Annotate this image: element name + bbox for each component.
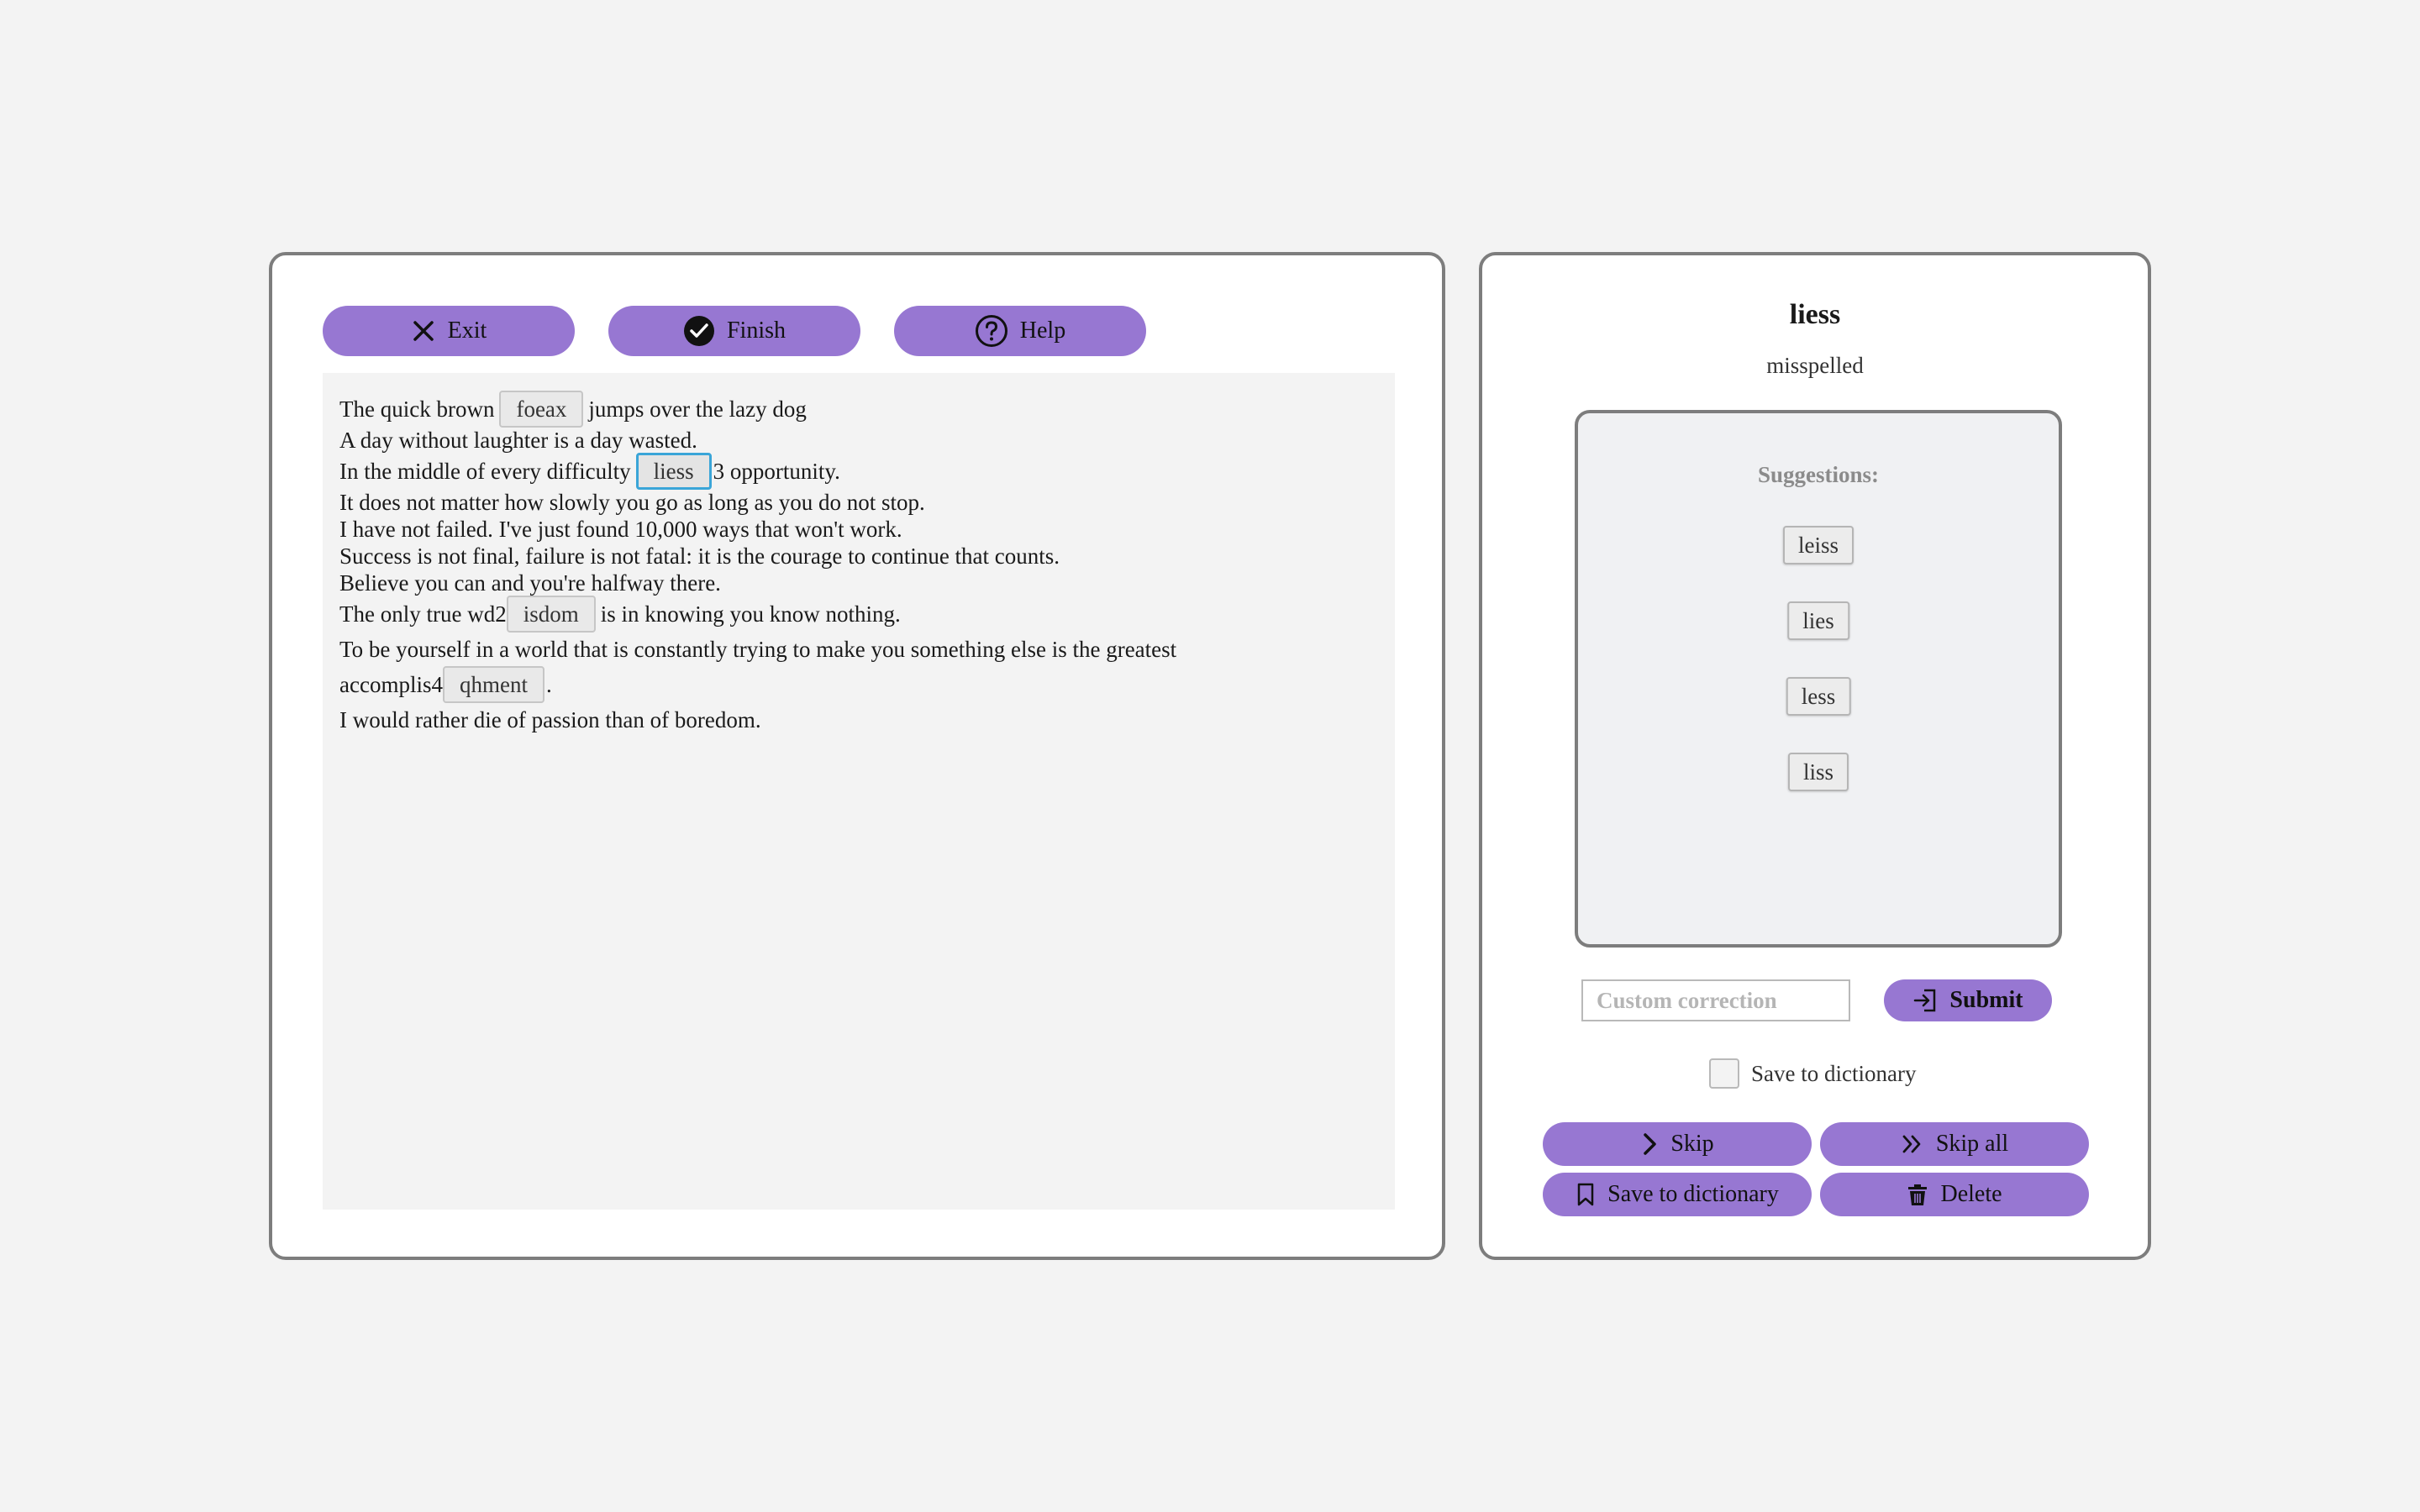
delete-button[interactable]: Delete xyxy=(1820,1173,2089,1216)
suggestion-button[interactable]: leiss xyxy=(1782,526,1854,564)
suggestions-box: Suggestions: leiss lies less liss xyxy=(1575,410,2062,948)
save-to-dictionary-label: Save to dictionary xyxy=(1607,1181,1779,1207)
text-segment: accomplis4 xyxy=(339,672,443,697)
trash-icon xyxy=(1908,1184,1928,1205)
text-segment: The only true wd2 xyxy=(339,601,507,627)
text-line: In the middle of every difficulty liess … xyxy=(339,453,1378,490)
text-line: It does not matter how slowly you go as … xyxy=(339,490,925,515)
correction-panel: liess misspelled Suggestions: leiss lies… xyxy=(1479,252,2151,1260)
exit-label: Exit xyxy=(447,318,487,344)
active-misspelled-word-chip[interactable]: liess xyxy=(635,453,712,490)
chevron-right-icon xyxy=(1644,1133,1657,1155)
text-line: The only true wd2 isdom is in knowing yo… xyxy=(339,596,1378,633)
help-label: Help xyxy=(1019,318,1066,344)
help-button[interactable]: Help xyxy=(894,306,1146,356)
question-circle-icon xyxy=(975,315,1007,347)
custom-correction-input[interactable] xyxy=(1581,979,1850,1021)
enter-icon xyxy=(1914,989,1936,1012)
save-to-dictionary-checkbox[interactable] xyxy=(1709,1058,1739,1089)
check-circle-icon xyxy=(683,316,714,346)
text-line: I have not failed. I've just found 10,00… xyxy=(339,517,902,542)
skip-all-button[interactable]: Skip all xyxy=(1820,1122,2089,1166)
bookmark-icon xyxy=(1577,1183,1594,1206)
text-line: The quick brown foeax jumps over the laz… xyxy=(339,391,1378,428)
close-icon xyxy=(413,321,434,341)
text-segment: 3 opportunity. xyxy=(713,459,840,484)
misspelled-word-chip[interactable]: isdom xyxy=(506,596,596,633)
misspelled-word-chip[interactable]: foeax xyxy=(499,391,584,428)
current-word-title: liess xyxy=(1789,299,1841,330)
text-line: A day without laughter is a day wasted. xyxy=(339,428,697,453)
document-text-area[interactable]: The quick brown foeax jumps over the laz… xyxy=(323,373,1395,1210)
text-segment: jumps over the lazy dog xyxy=(588,396,807,422)
finish-label: Finish xyxy=(726,318,786,344)
text-line: accomplis4 qhment . xyxy=(339,666,1378,703)
text-line: Success is not final, failure is not fat… xyxy=(339,543,1060,569)
save-to-dictionary-checkbox-label: Save to dictionary xyxy=(1751,1060,1917,1086)
text-segment: In the middle of every difficulty xyxy=(339,459,631,484)
submit-button[interactable]: Submit xyxy=(1884,979,2052,1021)
suggestions-heading: Suggestions: xyxy=(1757,462,1880,487)
suggestion-button[interactable]: liss xyxy=(1787,753,1849,791)
text-segment: The quick brown xyxy=(339,396,495,422)
text-segment: is in knowing you know nothing. xyxy=(600,601,901,627)
text-line: I would rather die of passion than of bo… xyxy=(339,707,761,732)
suggestion-button[interactable]: less xyxy=(1786,677,1851,716)
text-line: Believe you can and you're halfway there… xyxy=(339,570,721,596)
misspelled-word-chip[interactable]: qhment xyxy=(442,666,544,703)
skip-button[interactable]: Skip xyxy=(1543,1122,1812,1166)
text-segment: . xyxy=(545,672,552,697)
skip-label: Skip xyxy=(1670,1131,1714,1157)
save-to-dictionary-button[interactable]: Save to dictionary xyxy=(1543,1173,1812,1216)
skip-all-label: Skip all xyxy=(1935,1131,2009,1157)
save-to-dictionary-checkbox-row[interactable]: Save to dictionary xyxy=(1709,1057,1916,1090)
suggestion-button[interactable]: lies xyxy=(1787,601,1849,640)
submit-label: Submit xyxy=(1949,987,2023,1013)
editor-panel: Exit Finish Help The quick brown foeax j… xyxy=(269,252,1445,1260)
exit-button[interactable]: Exit xyxy=(323,306,575,356)
delete-label: Delete xyxy=(1940,1181,2002,1207)
double-chevron-right-icon xyxy=(1902,1135,1921,1153)
word-status: misspelled xyxy=(1766,353,1864,378)
text-line: To be yourself in a world that is consta… xyxy=(339,637,1177,662)
finish-button[interactable]: Finish xyxy=(608,306,860,356)
